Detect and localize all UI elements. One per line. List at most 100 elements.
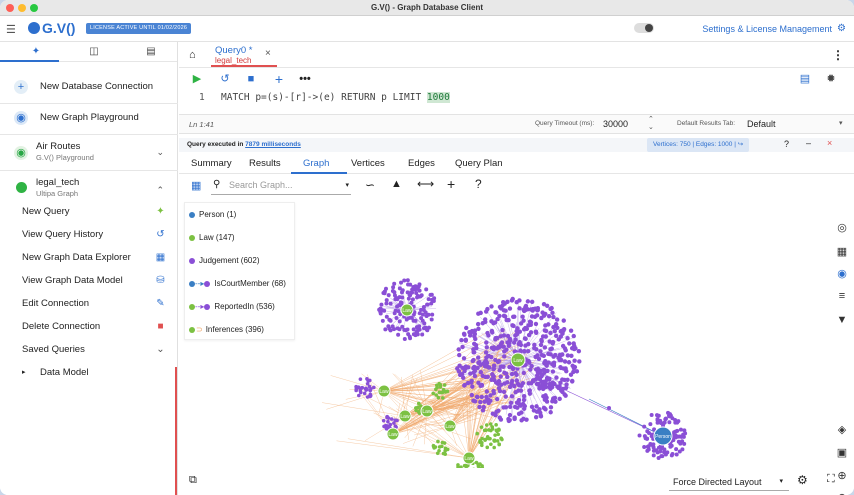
graph-node — [576, 348, 582, 354]
graph-node — [577, 359, 582, 364]
graph-node — [567, 341, 572, 346]
graph-node — [560, 352, 565, 357]
graph-node — [571, 333, 576, 339]
graph-node — [550, 341, 555, 346]
execution-time-link[interactable]: 7879 milliseconds — [245, 141, 301, 148]
add-icon[interactable]: + — [273, 72, 285, 86]
sidebar-tab-connections-icon[interactable]: ✦ — [30, 46, 42, 58]
layout-select[interactable]: Force Directed Layout ▾ — [669, 473, 789, 491]
graph-node — [563, 348, 568, 353]
help-icon[interactable]: ? — [784, 139, 789, 149]
filter-icon[interactable]: ▼ — [836, 314, 848, 326]
openai-icon[interactable]: ✹ — [825, 73, 837, 85]
timeout-input[interactable]: 30000 — [603, 119, 628, 129]
graph-node — [529, 404, 535, 409]
tab-graph[interactable]: Graph — [303, 158, 329, 169]
minimize-results-icon[interactable]: – — [806, 138, 811, 148]
view-query-history-item[interactable]: View Query History ↺ — [0, 223, 178, 246]
graph-node — [677, 449, 682, 454]
graph-node — [489, 354, 494, 360]
fit-screen-icon[interactable]: ▣ — [836, 447, 848, 459]
home-icon[interactable]: ⌂ — [189, 49, 196, 61]
new-query-item[interactable]: New Query ✦ — [0, 200, 178, 223]
graph-canvas[interactable]: Law Law Law Law Law Law Law Law Person — [179, 198, 829, 468]
table-icon[interactable]: ▦ — [836, 246, 848, 258]
save-icon[interactable]: ■ — [245, 73, 257, 85]
view-graph-data-model-item[interactable]: View Graph Data Model ⛁ — [0, 269, 178, 292]
air-routes-subtitle: G.V() Playground — [36, 153, 94, 162]
graph-node — [531, 378, 536, 384]
graph-node — [484, 428, 488, 432]
tab-query-plan[interactable]: Query Plan — [455, 158, 503, 169]
sliders-icon[interactable]: ≡ — [836, 290, 848, 302]
graph-node — [456, 347, 461, 352]
locate-icon[interactable]: ◎ — [836, 222, 848, 234]
graph-node — [529, 363, 534, 369]
hierarchy-icon[interactable]: ▲ — [391, 178, 402, 190]
gear-icon[interactable]: ⚙ — [837, 23, 846, 34]
query-editor[interactable]: 1 MATCH p=(s)-[r]->(e) RETURN p LIMIT 10… — [179, 89, 854, 107]
data-model-item[interactable]: ▸ Data Model — [0, 361, 178, 384]
query-tab[interactable]: Query0 * legal_tech × — [211, 44, 277, 68]
timeout-stepper[interactable]: ⌃ ⌄ — [648, 116, 654, 132]
graph-node — [533, 415, 539, 420]
history-icon[interactable]: ↺ — [219, 73, 231, 85]
new-graph-data-explorer-item[interactable]: New Graph Data Explorer ▦ — [0, 246, 178, 269]
layers-icon[interactable]: ◈ — [836, 424, 848, 436]
graph-node — [683, 431, 688, 436]
caret-down-icon[interactable]: ▾ — [839, 119, 843, 127]
more-horizontal-icon[interactable]: ••• — [299, 73, 311, 85]
connection-legal-tech[interactable]: legal_tech Ultipa Graph ⌃ — [0, 173, 178, 203]
graph-node — [527, 388, 533, 393]
graph-node — [543, 323, 548, 328]
close-results-icon[interactable]: × — [827, 138, 832, 148]
new-database-connection-button[interactable]: + New Database Connection — [0, 74, 178, 100]
expand-horizontal-icon[interactable]: ⟷ — [417, 177, 434, 191]
sidebar-resize-handle[interactable] — [175, 367, 177, 495]
add-node-icon[interactable]: + — [447, 176, 455, 192]
edit-connection-label: Edit Connection — [22, 298, 90, 309]
map-icon[interactable]: ▦ — [191, 179, 201, 192]
graph-node — [388, 301, 393, 306]
sidebar-tab-files-icon[interactable]: ▤ — [145, 46, 157, 58]
copy-icon[interactable]: ⧉ — [189, 474, 197, 487]
new-graph-playground-button[interactable]: ◉ New Graph Playground — [0, 105, 178, 131]
palette-icon[interactable]: ◉ — [836, 268, 848, 280]
tab-vertices[interactable]: Vertices — [351, 158, 385, 169]
comment-icon[interactable]: ▤ — [799, 73, 811, 85]
more-vertical-icon[interactable]: ⋮ — [832, 48, 844, 62]
graph-node — [520, 380, 526, 386]
chevron-up-icon[interactable]: ⌃ — [156, 185, 164, 196]
run-query-icon[interactable]: ▶ — [191, 73, 203, 85]
path-icon[interactable]: ∽ — [365, 178, 375, 192]
tab-summary[interactable]: Summary — [191, 158, 232, 169]
graph-node — [472, 399, 478, 404]
graph-node — [384, 426, 389, 431]
connection-air-routes[interactable]: ◉ Air Routes G.V() Playground ⌄ — [0, 137, 178, 167]
saved-queries-item[interactable]: Saved Queries ⌄ — [0, 338, 178, 361]
app-logo: G.V() — [28, 20, 75, 36]
help-icon[interactable]: ? — [475, 177, 482, 191]
graph-node — [478, 310, 483, 316]
graph-node — [648, 441, 653, 446]
edit-connection-item[interactable]: Edit Connection ✎ — [0, 292, 178, 315]
caret-down-icon: ▾ — [779, 478, 783, 485]
tab-results[interactable]: Results — [249, 158, 281, 169]
graph-node — [416, 405, 420, 410]
settings-license-link[interactable]: Settings & License Management — [702, 24, 832, 34]
gear-icon[interactable]: ⚙ — [797, 473, 808, 487]
graph-node — [553, 321, 559, 327]
delete-connection-item[interactable]: Delete Connection ■ — [0, 315, 178, 338]
fullscreen-icon[interactable]: ⛶ — [827, 473, 835, 486]
hamburger-menu-icon[interactable]: ☰ — [6, 23, 16, 36]
tab-edges[interactable]: Edges — [408, 158, 435, 169]
graph-search-input[interactable]: ⚲ Search Graph... ▾ — [211, 177, 351, 195]
graph-node — [437, 381, 441, 386]
default-tab-select[interactable]: Default — [747, 119, 776, 129]
theme-toggle[interactable] — [634, 23, 654, 33]
close-tab-icon[interactable]: × — [265, 48, 271, 59]
chevron-down-icon[interactable]: ⌄ — [156, 147, 164, 158]
graph-node — [521, 318, 526, 323]
sidebar-tab-documents-icon[interactable]: ◫ — [88, 46, 100, 58]
graph-node — [477, 360, 482, 365]
